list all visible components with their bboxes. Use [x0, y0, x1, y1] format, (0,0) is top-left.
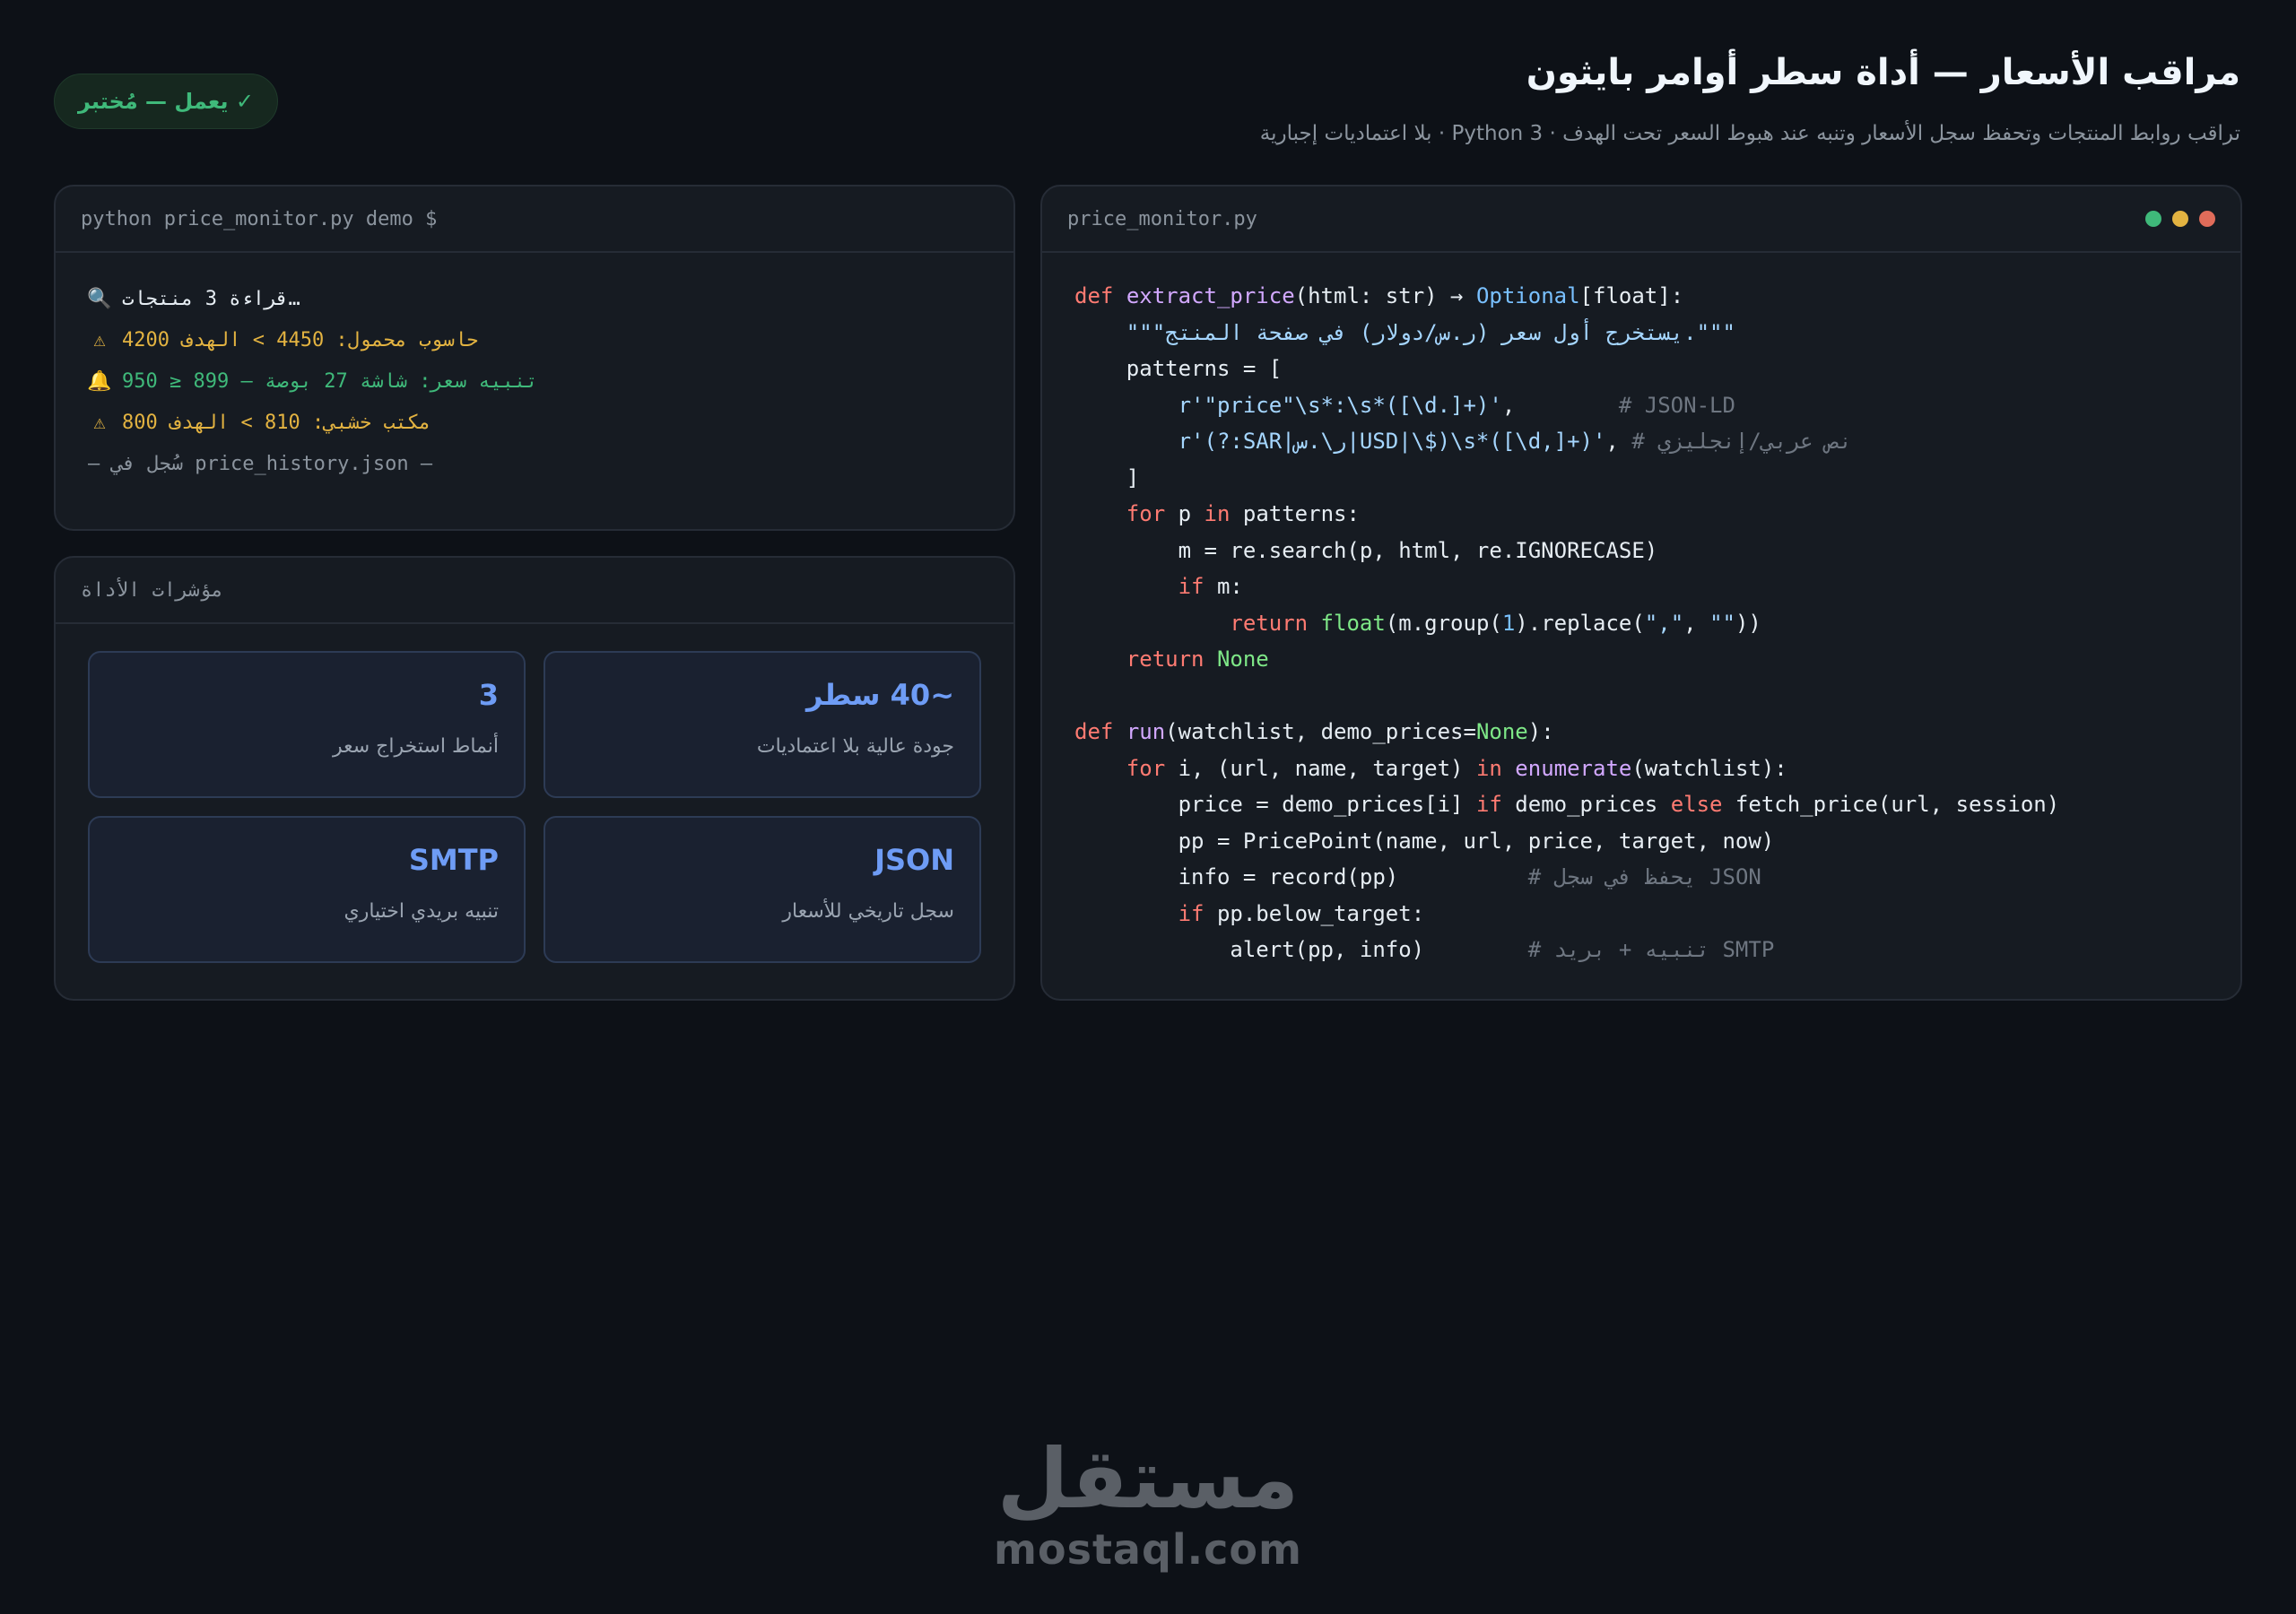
window-controls: [2145, 211, 2215, 227]
metric-label: تنبيه بريدي اختياري: [344, 900, 499, 923]
code-line: price = demo_prices[i] if demo_prices el…: [1074, 792, 2060, 817]
code-line: def run(watchlist, demo_prices=None):: [1074, 719, 1554, 744]
page-subtitle: تراقب روابط المنتجات وتحفظ سجل الأسعار و…: [1259, 122, 2240, 145]
metric-card-smtp: SMTP تنبيه بريدي اختياري: [88, 816, 526, 963]
terminal-line-text: مكتب خشبي: 810 > الهدف 800: [122, 411, 431, 434]
code-line: ]: [1074, 464, 1140, 490]
metric-label: سجل تاريخي للأسعار: [782, 900, 954, 923]
code-line: """يستخرج أول سعر (ر.س/دولار) في صفحة ال…: [1126, 319, 1735, 345]
metrics-panel: مؤشرات الأداة 3 أنماط استخراج سعر ~40 سط…: [54, 556, 1015, 1001]
metric-card-lines: ~40 سطر جودة عالية بلا اعتماديات: [544, 651, 981, 798]
code-line: for p in patterns:: [1126, 501, 1360, 526]
metrics-header: مؤشرات الأداة: [56, 558, 1013, 624]
terminal-line: ⚠ مكتب خشبي: 810 > الهدف 800: [88, 402, 981, 443]
terminal-line: 🔍 قراءة 3 منتجات…: [87, 278, 981, 319]
metric-value: JSON: [874, 843, 954, 877]
window-dot-green[interactable]: [2145, 211, 2161, 227]
code-line: return float(m.group(1).replace(",", "")…: [1230, 610, 1761, 636]
warning-icon: ⚠: [93, 328, 106, 351]
window-dot-yellow[interactable]: [2172, 211, 2188, 227]
warning-icon: ⚠: [93, 411, 106, 434]
code-line: pp = PricePoint(name, url, price, target…: [1074, 828, 1775, 854]
terminal-line-text: حاسوب محمول: 4450 > الهدف 4200: [122, 328, 479, 351]
status-badge: ✓ يعمل — مُختبر: [54, 74, 278, 129]
code-line: info = record(pp) # يحفظ في سجل JSON: [1074, 864, 1761, 889]
terminal-panel: python price_monitor.py demo $ 🔍 قراءة 3…: [54, 185, 1015, 531]
magnifier-icon: 🔍: [87, 287, 112, 310]
terminal-line: — سُجل في price_history.json —: [88, 443, 981, 484]
metric-label: جودة عالية بلا اعتماديات: [756, 735, 954, 758]
code-line: return None: [1126, 646, 1269, 672]
code-editor-panel: price_monitor.py def extract_price(html:…: [1040, 185, 2242, 1001]
metric-label: أنماط استخراج سعر: [332, 735, 499, 758]
code-line: for i, (url, name, target) in enumerate(…: [1126, 755, 1787, 781]
code-line: m = re.search(p, html, re.IGNORECASE): [1074, 537, 1658, 563]
code-block: def extract_price(html: str) → Optional[…: [1042, 253, 2240, 968]
mostaql-logo: مستقل mostaql.com: [0, 1435, 2296, 1575]
code-line: if pp.below_target:: [1178, 900, 1425, 926]
metric-card-dependencies: 3 أنماط استخراج سعر: [88, 651, 526, 798]
code-line: patterns = [: [1074, 356, 1283, 381]
terminal-header: python price_monitor.py demo $: [56, 187, 1013, 253]
terminal-line: ⚠ حاسوب محمول: 4450 > الهدف 4200: [88, 319, 981, 360]
logo-arabic: مستقل: [996, 1431, 1300, 1527]
metric-value: ~40 سطر: [805, 678, 954, 712]
metric-value: 3: [478, 678, 499, 712]
metric-value: SMTP: [408, 843, 499, 877]
code-line: if m:: [1178, 574, 1243, 599]
terminal-output: 🔍 قراءة 3 منتجات… ⚠ حاسوب محمول: 4450 > …: [56, 253, 1013, 484]
terminal-line: 🔔 تنبيه سعر: شاشة 27 بوصة — 899 ≤ 950: [87, 360, 981, 402]
editor-header: price_monitor.py: [1042, 187, 2240, 253]
logo-english: mostaql.com: [994, 1525, 1302, 1574]
bell-icon: 🔔: [87, 369, 112, 393]
metric-card-json: JSON سجل تاريخي للأسعار: [544, 816, 981, 963]
page-title: مراقب الأسعار — أداة سطر أوامر بايثون: [1526, 52, 2240, 93]
code-line: def extract_price(html: str) → Optional[…: [1074, 283, 1684, 308]
terminal-line-text: — سُجل في price_history.json —: [88, 452, 433, 475]
code-line: r'(?:SAR|ر\.س|USD|\$)\s*([\d,]+)', # نص …: [1178, 429, 1852, 454]
code-line: r'"price"\s*:\s*([\d.]+)', # JSON-LD: [1178, 392, 1735, 418]
window-dot-red[interactable]: [2199, 211, 2215, 227]
terminal-line-text: تنبيه سعر: شاشة 27 بوصة — 899 ≤ 950: [122, 369, 538, 393]
code-line: alert(pp, info) # تنبيه + بريد SMTP: [1074, 937, 1775, 962]
terminal-line-text: قراءة 3 منتجات…: [122, 287, 300, 310]
editor-filename: price_monitor.py: [1067, 207, 1257, 230]
metrics-grid: 3 أنماط استخراج سعر ~40 سطر جودة عالية ب…: [88, 651, 981, 963]
